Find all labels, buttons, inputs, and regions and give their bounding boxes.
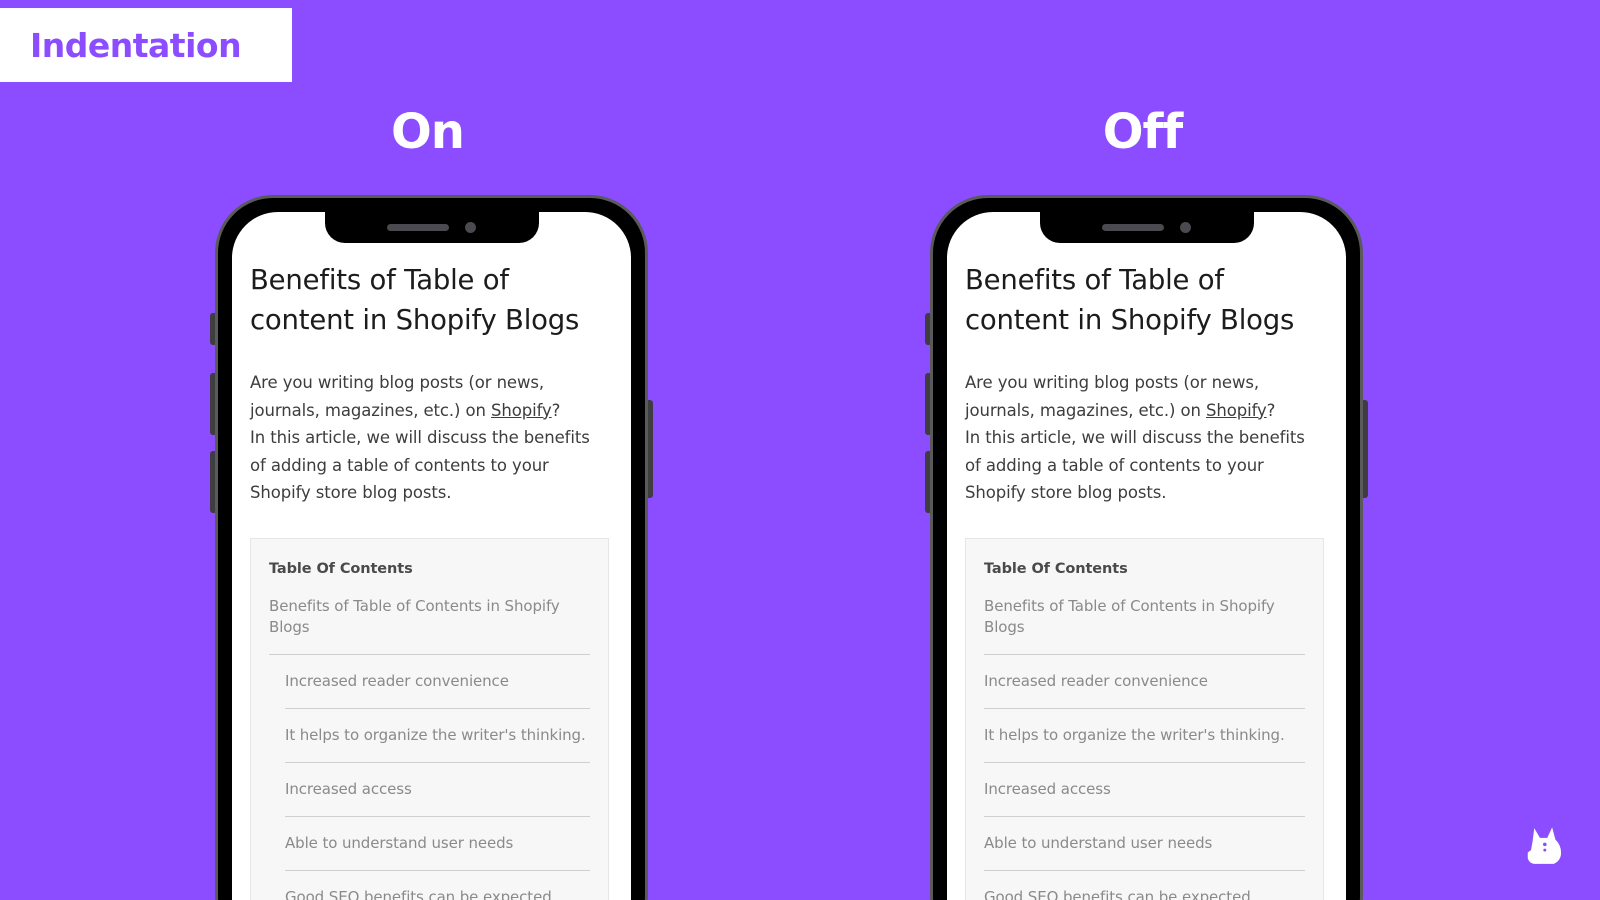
toc-item[interactable]: Able to understand user needs — [984, 833, 1305, 871]
toc-heading: Table Of Contents — [269, 560, 413, 577]
phone-mockup-indentation-on: Benefits of Table of content in Shopify … — [210, 195, 653, 900]
toc-list: Benefits of Table of Contents in Shopify… — [984, 596, 1305, 900]
shopify-link[interactable]: Shopify — [491, 401, 552, 420]
toc-list: Benefits of Table of Contents in Shopify… — [269, 596, 590, 900]
article-paragraph-2: In this article, we will discuss the ben… — [250, 428, 590, 502]
article-content: Benefits of Table of content in Shopify … — [232, 212, 631, 900]
toc-item[interactable]: Increased reader convenience — [285, 671, 590, 709]
toc-item[interactable]: It helps to organize the writer's thinki… — [984, 725, 1305, 763]
slide-title-badge: Indentation — [0, 8, 292, 82]
phone-shell: Benefits of Table of content in Shopify … — [930, 195, 1363, 900]
shopify-link[interactable]: Shopify — [1206, 401, 1267, 420]
phone-notch — [324, 212, 539, 243]
article-paragraph-1: Are you writing blog posts (or news, jou… — [965, 369, 1324, 424]
phone-screen: Benefits of Table of content in Shopify … — [947, 212, 1346, 900]
paragraph-1-post: ? — [1266, 400, 1276, 420]
article-paragraph-2: In this article, we will discuss the ben… — [965, 428, 1305, 502]
toc-item[interactable]: Increased access — [984, 779, 1305, 817]
column-header-on: On — [391, 104, 465, 160]
toc-item[interactable]: It helps to organize the writer's thinki… — [285, 725, 590, 763]
toc-item[interactable]: Increased access — [285, 779, 590, 817]
toc-item[interactable]: Increased reader convenience — [984, 671, 1305, 709]
paragraph-1-post: ? — [551, 400, 561, 420]
article-paragraph-1: Are you writing blog posts (or news, jou… — [250, 369, 609, 424]
phone-notch — [1039, 212, 1254, 243]
toc-item[interactable]: Good SEO benefits can be expected. — [285, 887, 590, 900]
column-header-off: Off — [1102, 104, 1184, 160]
toc-item[interactable]: Benefits of Table of Contents in Shopify… — [269, 596, 590, 655]
dog-head-logo-icon — [1518, 820, 1570, 872]
article-content: Benefits of Table of content in Shopify … — [947, 212, 1346, 900]
table-of-contents-box: Table Of Contents Benefits of Table of C… — [965, 537, 1324, 900]
front-camera-icon — [1180, 222, 1191, 233]
article-title: Benefits of Table of content in Shopify … — [250, 264, 580, 336]
table-of-contents-box: Table Of Contents Benefits of Table of C… — [250, 537, 609, 900]
toc-item[interactable]: Good SEO benefits can be expected. — [984, 887, 1305, 900]
toc-item[interactable]: Benefits of Table of Contents in Shopify… — [984, 596, 1305, 655]
speaker-slot-icon — [387, 224, 449, 231]
slide-title-text: Indentation — [30, 25, 242, 65]
phone-screen: Benefits of Table of content in Shopify … — [232, 212, 631, 900]
toc-heading: Table Of Contents — [984, 560, 1128, 577]
phone-mockup-indentation-off: Benefits of Table of content in Shopify … — [925, 195, 1368, 900]
speaker-slot-icon — [1102, 224, 1164, 231]
front-camera-icon — [465, 222, 476, 233]
toc-item[interactable]: Able to understand user needs — [285, 833, 590, 871]
article-title: Benefits of Table of content in Shopify … — [965, 264, 1295, 336]
phone-shell: Benefits of Table of content in Shopify … — [215, 195, 648, 900]
